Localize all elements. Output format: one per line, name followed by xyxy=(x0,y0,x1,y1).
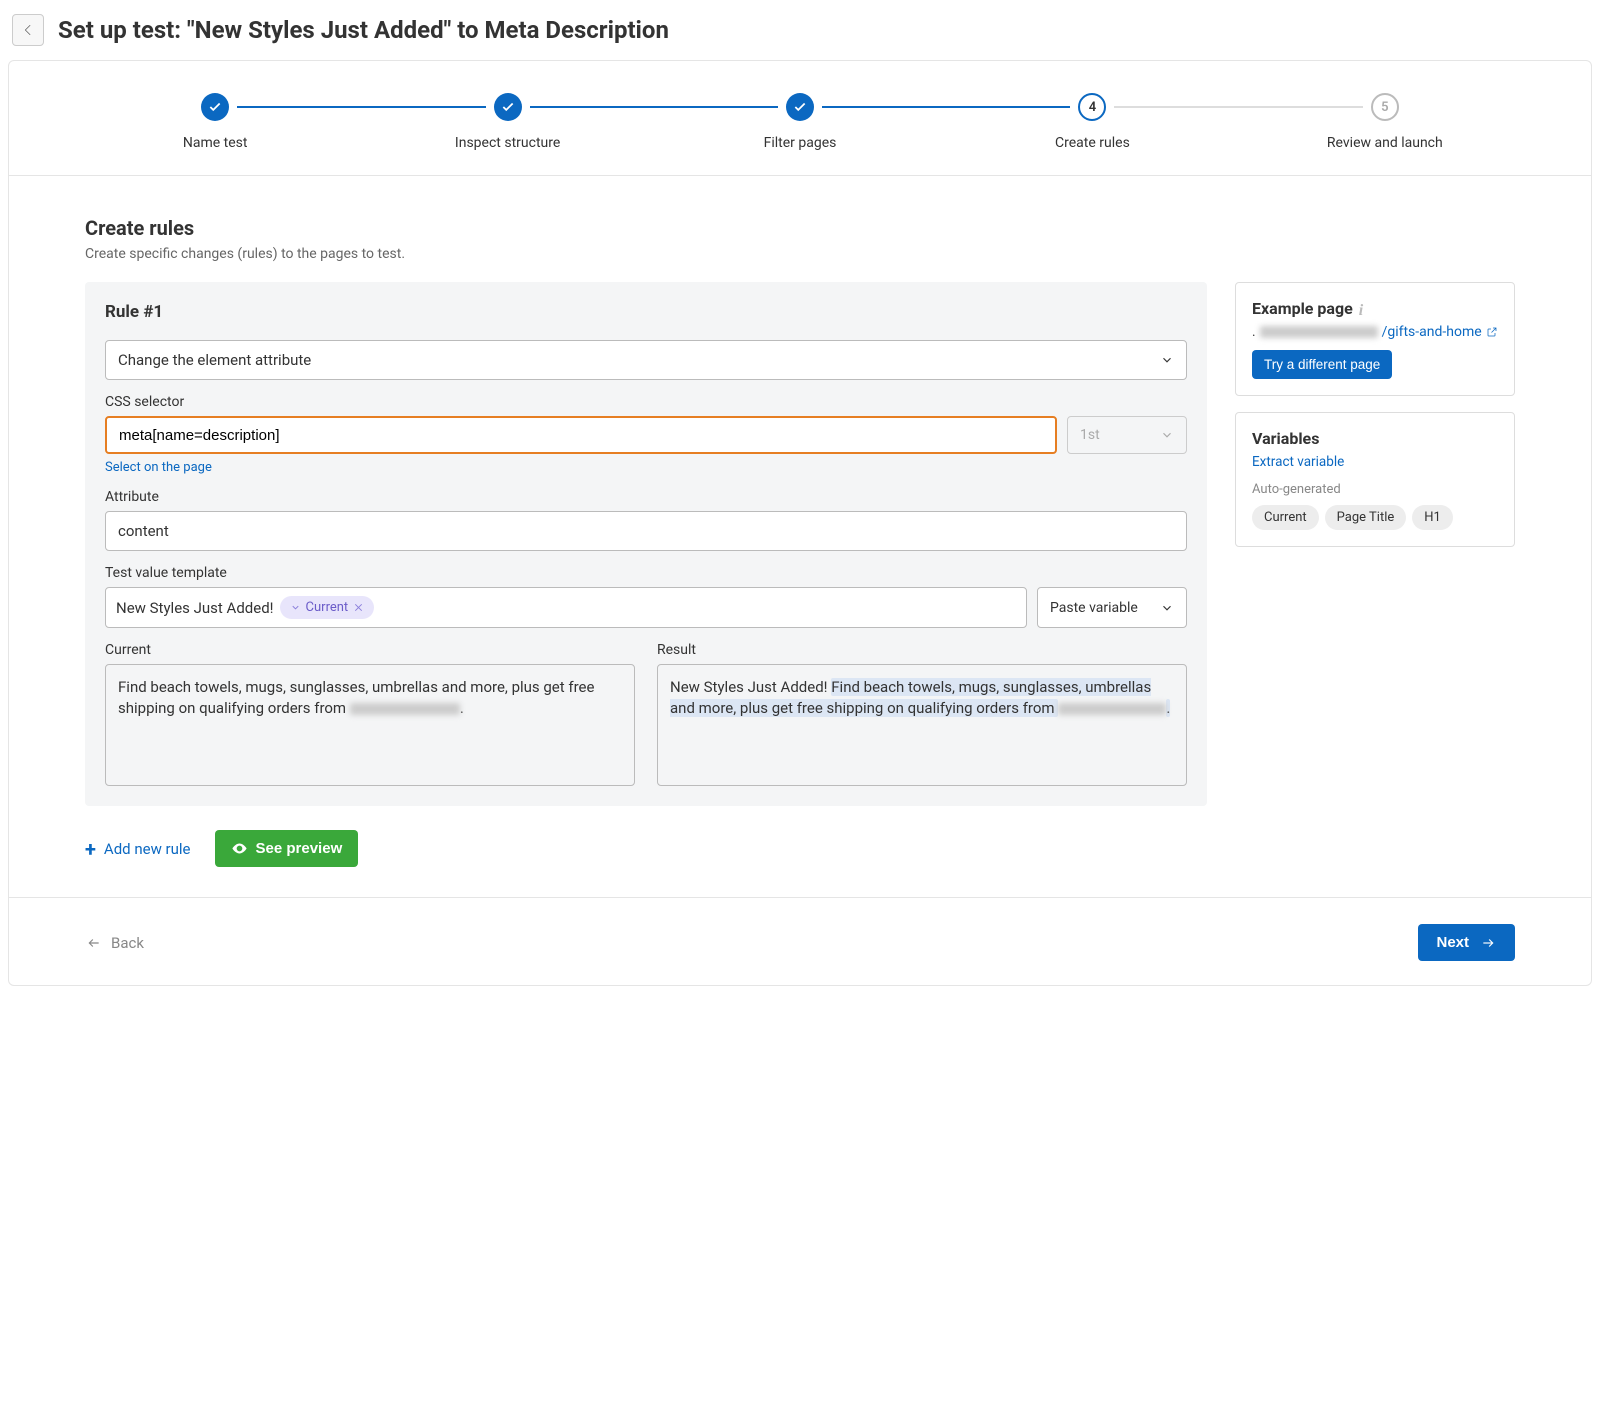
paste-variable-select[interactable]: Paste variable xyxy=(1037,587,1187,628)
example-page-link[interactable]: . /gifts-and-home xyxy=(1252,324,1498,340)
step-2-label: Inspect structure xyxy=(455,135,560,151)
stepper: Name test Inspect structure Filter pages… xyxy=(9,61,1591,176)
eye-icon xyxy=(231,840,248,857)
chevron-down-icon xyxy=(1160,601,1174,615)
rule-action-select[interactable]: Change the element attribute xyxy=(105,340,1187,380)
current-preview-label: Current xyxy=(105,642,635,658)
template-label: Test value template xyxy=(105,565,1187,581)
attribute-input[interactable] xyxy=(105,511,1187,551)
select-on-page-link[interactable]: Select on the page xyxy=(105,460,212,475)
variables-panel: Variables Extract variable Auto-generate… xyxy=(1235,412,1515,547)
rule-action-value: Change the element attribute xyxy=(118,351,311,369)
step-1-label: Name test xyxy=(183,135,248,151)
see-preview-button[interactable]: See preview xyxy=(215,830,359,867)
footer-next-button[interactable]: Next xyxy=(1418,924,1515,961)
footer-back-label: Back xyxy=(111,934,144,952)
footer-back-button[interactable]: Back xyxy=(85,934,144,952)
step-2-circle[interactable] xyxy=(494,93,522,121)
extract-variable-link[interactable]: Extract variable xyxy=(1252,454,1344,470)
add-rule-button[interactable]: + Add new rule xyxy=(85,839,191,859)
try-different-page-button[interactable]: Try a different page xyxy=(1252,350,1392,379)
info-icon[interactable]: i xyxy=(1359,302,1373,316)
step-4-circle[interactable]: 4 xyxy=(1078,93,1106,121)
step-3-circle[interactable] xyxy=(786,93,814,121)
current-preview-box: Find beach towels, mugs, sunglasses, umb… xyxy=(105,664,635,786)
section-subtitle: Create specific changes (rules) to the p… xyxy=(85,246,1515,262)
footer-next-label: Next xyxy=(1436,934,1469,951)
redacted-text xyxy=(1058,703,1166,715)
redacted-text xyxy=(1260,326,1378,338)
variable-chip-current[interactable]: Current xyxy=(280,596,375,619)
see-preview-label: See preview xyxy=(256,840,343,857)
close-icon[interactable] xyxy=(353,602,364,613)
result-preview-box: New Styles Just Added! Find beach towels… xyxy=(657,664,1187,786)
rule-panel: Rule #1 Change the element attribute CSS… xyxy=(85,282,1207,806)
chevron-down-icon xyxy=(1160,428,1174,442)
template-text: New Styles Just Added! xyxy=(116,599,274,617)
ordinal-value: 1st xyxy=(1080,427,1100,443)
step-5-label: Review and launch xyxy=(1327,135,1443,151)
example-page-panel: Example page i . /gifts-and-home Try a d… xyxy=(1235,282,1515,396)
section-title: Create rules xyxy=(85,216,1515,240)
example-page-title: Example page xyxy=(1252,299,1353,318)
ordinal-select[interactable]: 1st xyxy=(1067,416,1187,454)
variable-chip-label: Current xyxy=(306,600,349,615)
check-icon xyxy=(501,100,515,114)
check-icon xyxy=(793,100,807,114)
css-selector-input[interactable] xyxy=(105,416,1057,454)
page-title: Set up test: "New Styles Just Added" to … xyxy=(58,16,669,44)
plus-icon: + xyxy=(85,839,96,859)
chevron-down-icon xyxy=(290,602,301,613)
add-rule-label: Add new rule xyxy=(104,840,191,858)
paste-variable-label: Paste variable xyxy=(1050,600,1138,616)
variable-chip[interactable]: H1 xyxy=(1412,505,1453,530)
css-selector-label: CSS selector xyxy=(105,394,1187,410)
step-1-circle[interactable] xyxy=(201,93,229,121)
arrow-left-icon xyxy=(20,22,36,38)
step-4-label: Create rules xyxy=(1055,135,1130,151)
result-prefix: New Styles Just Added! xyxy=(670,678,831,696)
arrow-left-icon xyxy=(85,936,103,950)
auto-generated-label: Auto-generated xyxy=(1252,482,1498,497)
header-back-button[interactable] xyxy=(12,14,44,46)
check-icon xyxy=(208,100,222,114)
step-3-label: Filter pages xyxy=(764,135,837,151)
external-link-icon xyxy=(1486,326,1498,338)
variable-chip[interactable]: Page Title xyxy=(1325,505,1407,530)
arrow-right-icon xyxy=(1479,936,1497,950)
template-input[interactable]: New Styles Just Added! Current xyxy=(105,587,1027,628)
redacted-text xyxy=(350,703,460,715)
variable-chip[interactable]: Current xyxy=(1252,505,1319,530)
example-page-suffix: /gifts-and-home xyxy=(1382,324,1482,340)
result-preview-label: Result xyxy=(657,642,1187,658)
rule-title: Rule #1 xyxy=(105,302,1187,322)
variables-title: Variables xyxy=(1252,429,1498,448)
step-5-circle[interactable]: 5 xyxy=(1371,93,1399,121)
chevron-down-icon xyxy=(1160,353,1174,367)
attribute-label: Attribute xyxy=(105,489,1187,505)
